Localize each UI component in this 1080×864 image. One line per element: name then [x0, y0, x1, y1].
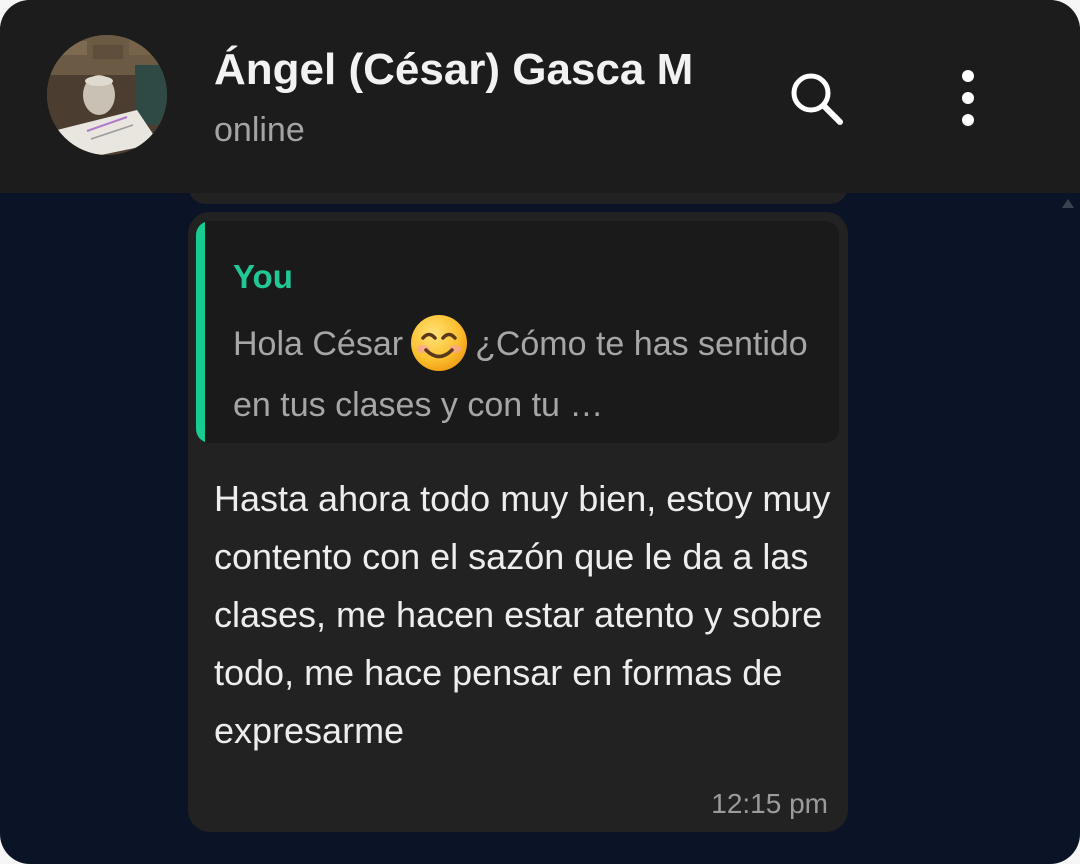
- scroll-up-icon[interactable]: [1062, 199, 1074, 208]
- search-button[interactable]: [780, 66, 850, 130]
- chat-window: Ángel (César) Gasca M online You Hola Cé…: [0, 0, 1080, 864]
- menu-button[interactable]: [938, 66, 998, 130]
- quoted-message[interactable]: You Hola César ¿Cómo te has sentido en t…: [196, 221, 839, 443]
- message-bubble[interactable]: You Hola César ¿Cómo te has sentido en t…: [188, 212, 848, 832]
- avatar-photo: [47, 35, 167, 155]
- message-text: Hasta ahora todo muy bien, estoy muy con…: [214, 478, 831, 751]
- contact-status: online: [214, 111, 305, 149]
- quote-text-start: Hola César: [233, 325, 404, 363]
- smiling-face-emoji-icon: [409, 313, 469, 373]
- quote-text: Hola César ¿Cómo te has sentido en tus c…: [233, 313, 823, 436]
- chat-header: Ángel (César) Gasca M online: [0, 0, 1080, 193]
- quote-accent-bar: [196, 221, 205, 443]
- quote-author: You: [233, 258, 293, 295]
- search-icon: [791, 73, 843, 125]
- message-timestamp: 12:15 pm: [711, 788, 828, 819]
- more-vertical-icon: [962, 70, 974, 126]
- contact-avatar[interactable]: [47, 35, 167, 155]
- contact-name[interactable]: Ángel (César) Gasca M: [214, 40, 696, 100]
